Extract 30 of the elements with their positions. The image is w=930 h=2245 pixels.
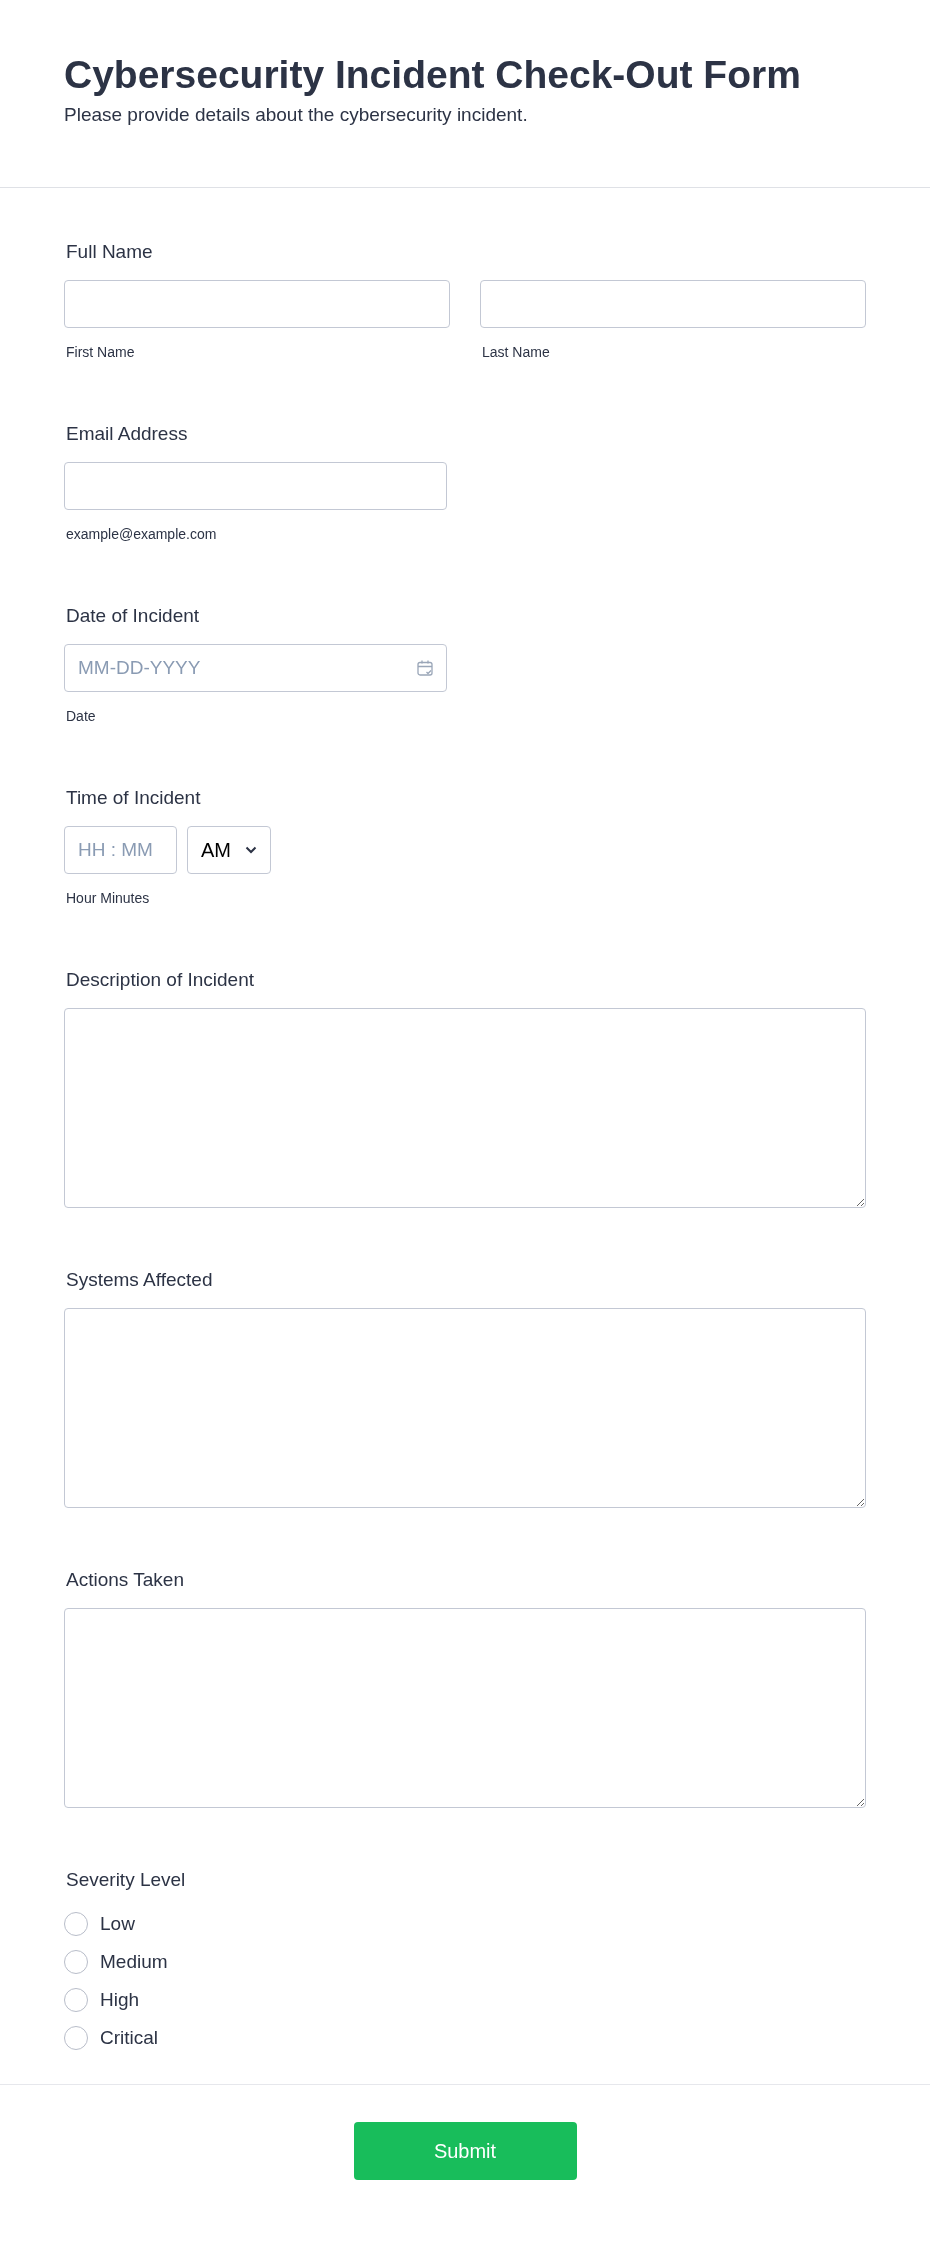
form-title: Cybersecurity Incident Check-Out Form — [64, 52, 802, 98]
field-label: Systems Affected — [66, 1268, 213, 1292]
option-label: Critical — [100, 2025, 159, 2050]
field-hint: Hour Minutes — [66, 889, 150, 908]
field-label: Full Name — [66, 240, 153, 264]
field-label: Description of Incident — [66, 968, 254, 992]
text-area[interactable] — [64, 1008, 866, 1208]
text-field[interactable] — [480, 280, 866, 328]
chevron-down-icon — [245, 846, 257, 854]
field-hint: First Name — [66, 343, 135, 362]
time-field[interactable]: HH : MM — [64, 826, 177, 874]
period-select[interactable]: AM — [187, 826, 271, 874]
field-label: Actions Taken — [66, 1568, 184, 1592]
field-label: Severity Level — [66, 1868, 186, 1892]
option-label: High — [100, 1987, 140, 2012]
form-description: Please provide details about the cybersecurity incident. — [64, 103, 529, 127]
text-field[interactable] — [64, 280, 450, 328]
text-area[interactable] — [64, 1608, 866, 1808]
text-area[interactable] — [64, 1308, 866, 1508]
field-label: Time of Incident — [66, 786, 201, 810]
option-label: Low — [100, 1911, 135, 1936]
email-field[interactable] — [64, 462, 447, 510]
field-hint: Last Name — [482, 343, 550, 362]
date-field[interactable]: MM-DD-YYYY — [64, 644, 447, 692]
field-hint: Date — [66, 707, 96, 726]
field-label: Date of Incident — [66, 604, 200, 628]
option-label: Medium — [100, 1949, 168, 1974]
calendar-icon — [416, 659, 434, 677]
field-label: Email Address — [66, 422, 188, 446]
field-hint: example@example.com — [66, 525, 217, 544]
